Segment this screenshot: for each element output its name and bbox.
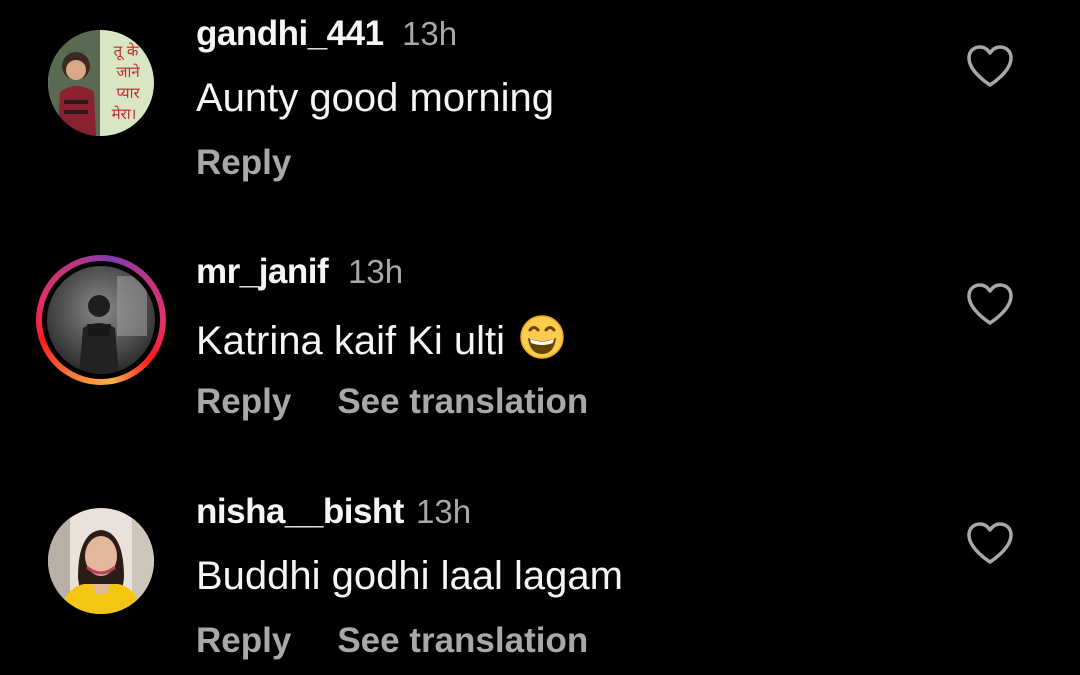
comment-username[interactable]: mr_janif: [196, 252, 329, 292]
comment-text: Buddhi godhi laal lagam: [196, 554, 623, 599]
comment-text: Katrina kaif Ki ulti: [196, 314, 565, 364]
reply-button[interactable]: Reply: [196, 382, 291, 421]
avatar[interactable]: [48, 508, 154, 614]
comment-username[interactable]: nisha__bisht: [196, 492, 404, 532]
comment-timestamp: 13h: [416, 493, 472, 530]
heart-outline-icon[interactable]: [965, 520, 1015, 566]
comments-list: तू के जाने प्यार मेरा। gandhi_441 13h Au…: [0, 0, 1080, 675]
comment-item: nisha__bisht 13h Buddhi godhi laal lagam…: [0, 0, 1080, 660]
grinning-face-icon: [520, 315, 564, 359]
comment-text-content: Buddhi godhi laal lagam: [196, 554, 623, 598]
comment-text-content: Katrina kaif Ki ulti: [196, 319, 506, 363]
see-translation-button[interactable]: See translation: [337, 382, 588, 421]
comment-timestamp: 13h: [348, 253, 404, 290]
comment-actions: Reply See translation: [196, 382, 634, 422]
heart-outline-icon[interactable]: [965, 281, 1015, 327]
avatar-image: [48, 508, 154, 614]
avatar-image: [47, 266, 155, 374]
comment-actions: Reply See translation: [196, 621, 634, 661]
see-translation-button[interactable]: See translation: [337, 621, 588, 660]
reply-button[interactable]: Reply: [196, 621, 291, 660]
avatar[interactable]: [36, 255, 166, 385]
